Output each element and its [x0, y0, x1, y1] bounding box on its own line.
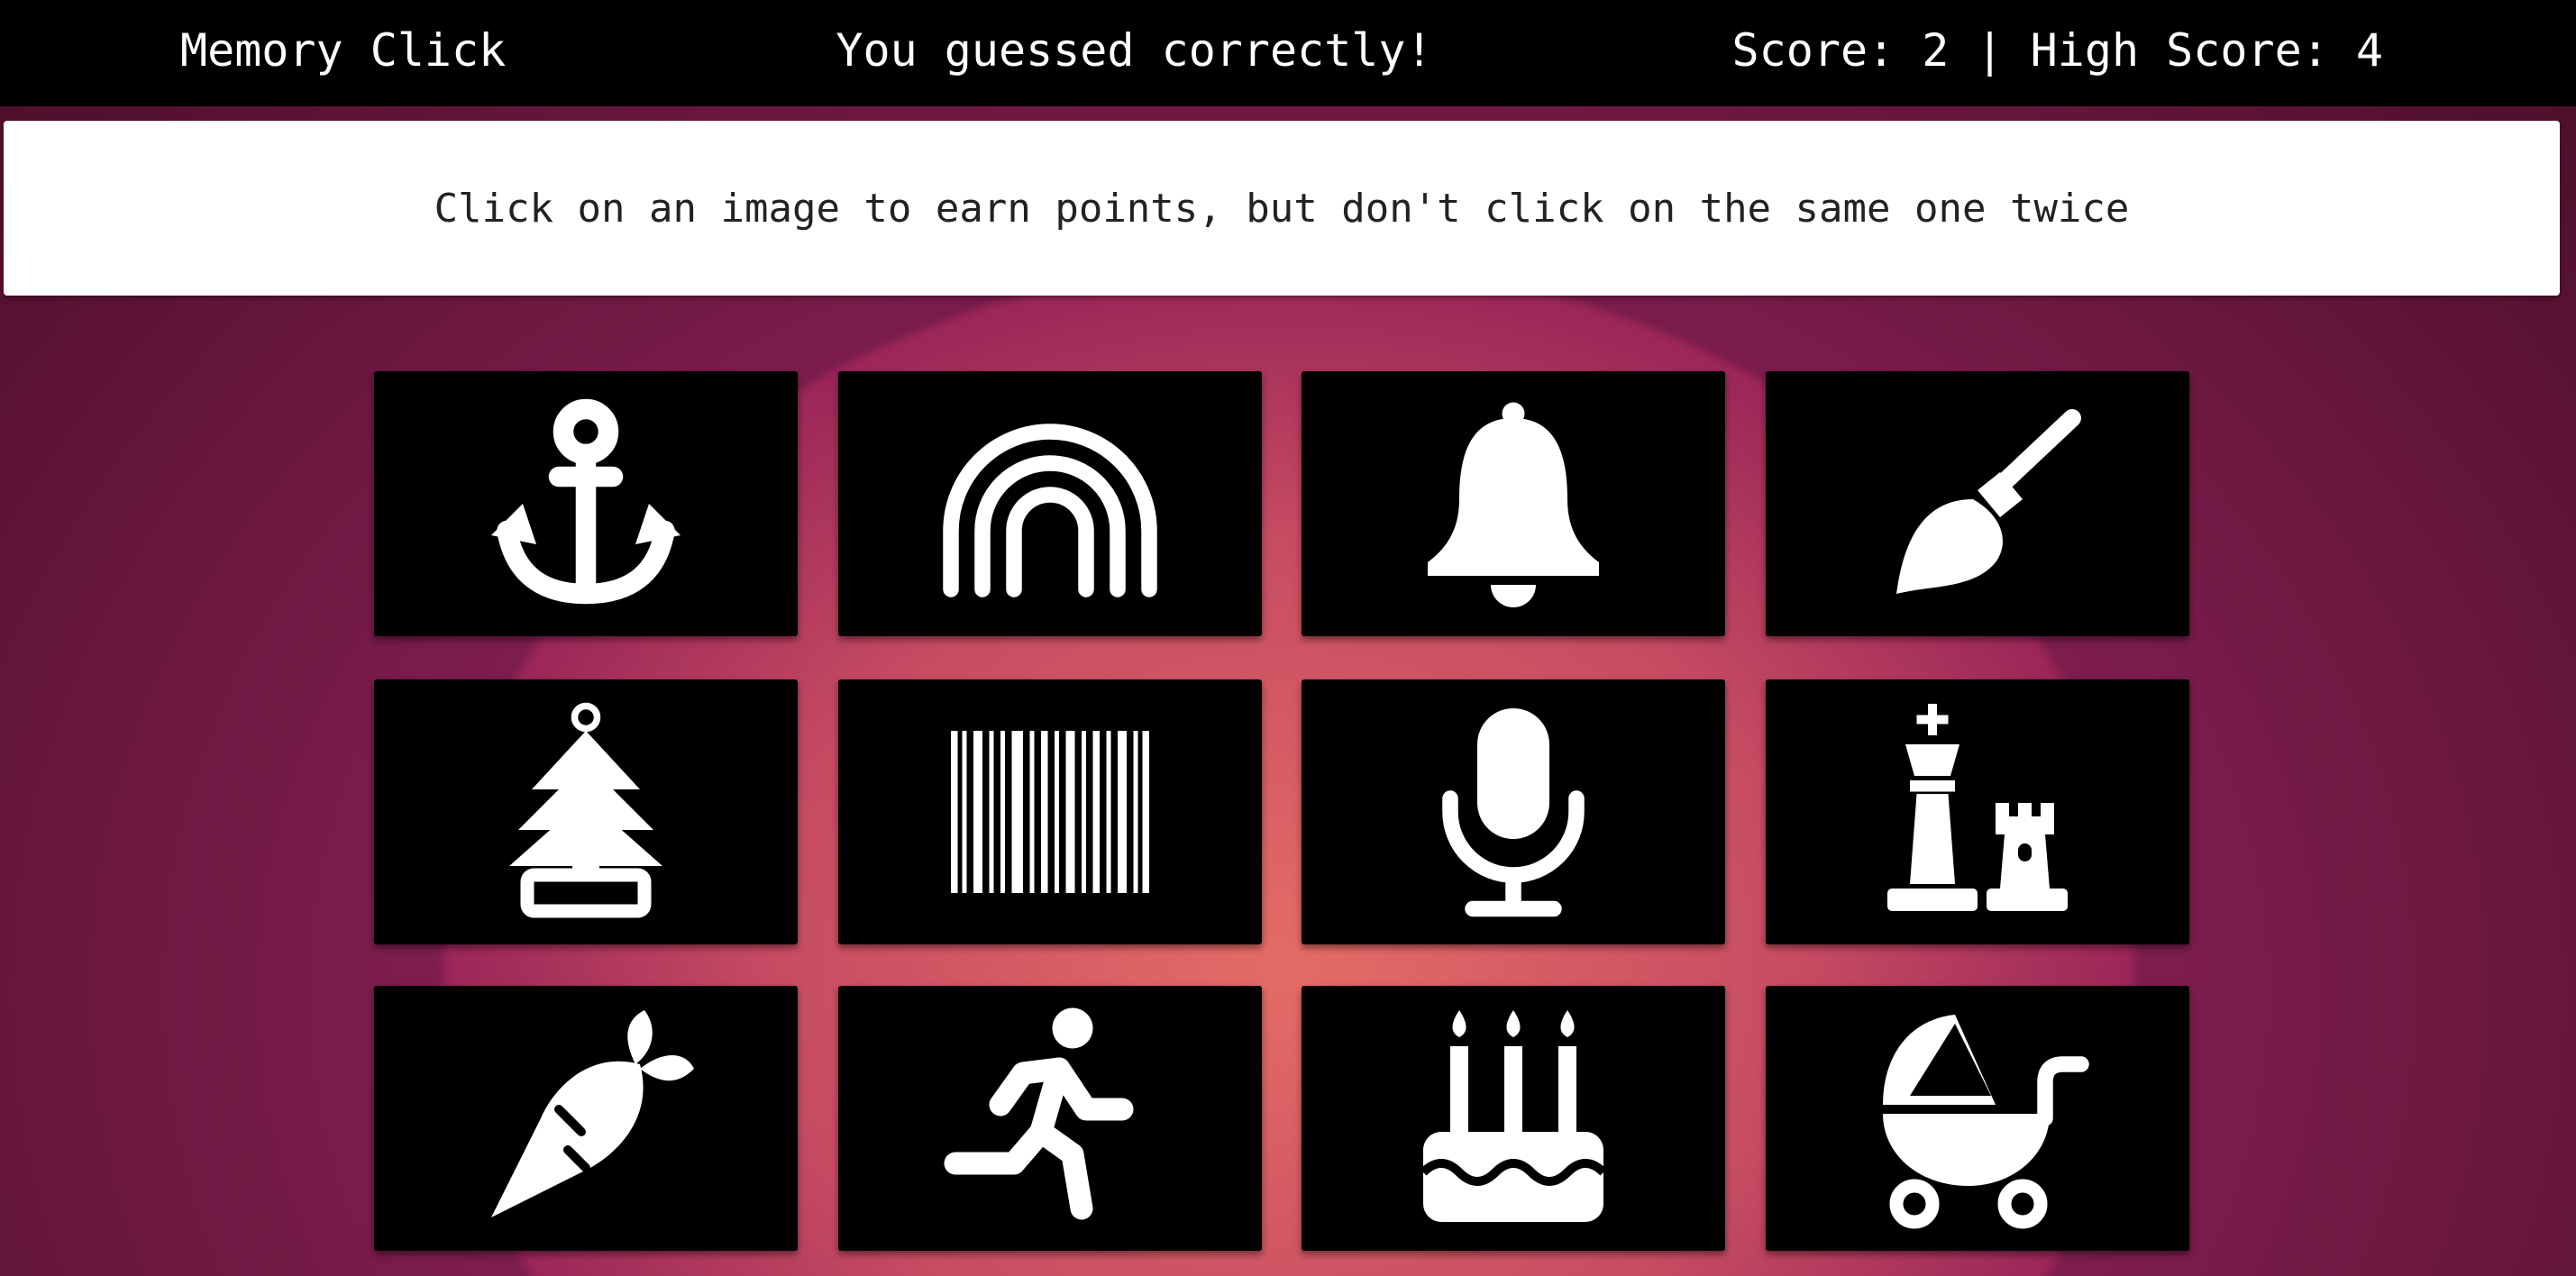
card-anchor[interactable] — [374, 371, 798, 636]
bell-icon — [1428, 402, 1599, 607]
brush-icon — [1896, 409, 2081, 594]
card-running-person[interactable] — [838, 986, 1262, 1251]
instructions-text: Click on an image to earn points, but do… — [434, 185, 2130, 232]
score-display: Score: 2 | High Score: 4 — [1731, 24, 2383, 77]
card-brush[interactable] — [1766, 371, 2189, 636]
card-microphone[interactable] — [1302, 679, 1725, 944]
chess-icon — [1887, 704, 2068, 911]
tree-icon — [509, 702, 662, 918]
birthday-cake-icon — [1420, 1010, 1607, 1222]
top-navbar: Memory Click You guessed correctly! Scor… — [0, 0, 2576, 106]
anchor-icon — [491, 398, 681, 605]
rainbow-icon — [943, 424, 1157, 597]
microphone-icon — [1442, 708, 1585, 917]
card-barcode[interactable] — [838, 679, 1262, 944]
carrot-icon — [491, 1010, 694, 1217]
card-rainbow[interactable] — [838, 371, 1262, 636]
card-baby-carriage[interactable] — [1766, 986, 2189, 1251]
card-birthday-cake[interactable] — [1302, 986, 1725, 1251]
card-tree[interactable] — [374, 679, 798, 944]
card-bell[interactable] — [1302, 371, 1725, 636]
running-person-icon — [944, 1007, 1134, 1220]
card-carrot[interactable] — [374, 986, 798, 1251]
card-chess[interactable] — [1766, 679, 2189, 944]
barcode-icon — [951, 731, 1149, 893]
instructions-banner: Click on an image to earn points, but do… — [4, 121, 2560, 296]
baby-carriage-icon — [1883, 1015, 2089, 1229]
